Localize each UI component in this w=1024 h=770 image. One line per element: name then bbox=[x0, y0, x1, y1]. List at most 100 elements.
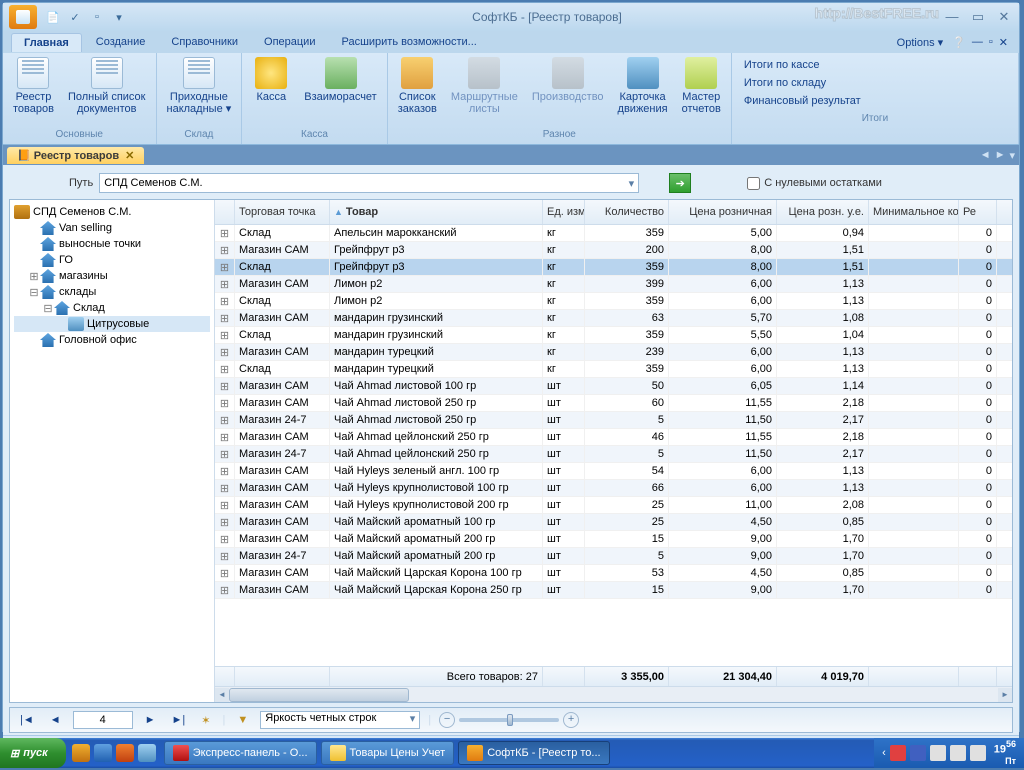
table-row[interactable]: ⊞ Магазин САМ Чай Майский ароматный 200 … bbox=[215, 531, 1012, 548]
doc-tab-close-icon[interactable]: ✕ bbox=[125, 150, 134, 162]
col-price[interactable]: Цена розничная bbox=[669, 200, 777, 224]
grid-header[interactable]: Торговая точка Товар Ед. измер. Количест… bbox=[215, 200, 1012, 225]
table-row[interactable]: ⊞ Магазин 24-7 Чай Ahmad цейлонский 250 … bbox=[215, 446, 1012, 463]
tab-next-icon[interactable]: ► bbox=[995, 149, 1006, 162]
pager-filter-icon[interactable]: ▼ bbox=[233, 712, 252, 728]
btn-settlement[interactable]: Взаиморасчет bbox=[298, 55, 382, 127]
tree-outdoor[interactable]: выносные точки bbox=[14, 236, 210, 252]
table-row[interactable]: ⊞ Магазин САМ Чай Майский Царская Корона… bbox=[215, 565, 1012, 582]
row-expand-icon[interactable]: ⊞ bbox=[215, 463, 235, 479]
table-row[interactable]: ⊞ Магазин 24-7 Чай Ahmad листовой 250 гр… bbox=[215, 412, 1012, 429]
btn-movement-card[interactable]: Карточкадвижения bbox=[612, 55, 674, 127]
ql-browser-icon[interactable] bbox=[72, 744, 90, 762]
table-row[interactable]: ⊞ Магазин САМ Лимон р2 кг 399 6,00 1,13 … bbox=[215, 276, 1012, 293]
table-row[interactable]: ⊞ Склад мандарин турецкий кг 359 6,00 1,… bbox=[215, 361, 1012, 378]
tree-shops[interactable]: ⊞магазины bbox=[14, 268, 210, 284]
pager-add-icon[interactable]: ✶ bbox=[197, 712, 214, 729]
table-row[interactable]: ⊞ Магазин САМ Чай Hyleys крупнолистовой … bbox=[215, 480, 1012, 497]
horizontal-scrollbar[interactable] bbox=[215, 686, 1012, 702]
table-row[interactable]: ⊞ Склад Грейпфрут р3 кг 359 8,00 1,51 0 bbox=[215, 259, 1012, 276]
row-expand-icon[interactable]: ⊞ bbox=[215, 293, 235, 309]
row-expand-icon[interactable]: ⊞ bbox=[215, 361, 235, 377]
ql-firefox-icon[interactable] bbox=[116, 744, 134, 762]
taskbar-clock[interactable]: 1956Пт bbox=[994, 739, 1016, 766]
zoom-thumb[interactable] bbox=[507, 714, 513, 726]
row-expand-icon[interactable]: ⊞ bbox=[215, 276, 235, 292]
tab-menu-icon[interactable]: ▾ bbox=[1009, 149, 1015, 162]
row-expand-icon[interactable]: ⊞ bbox=[215, 480, 235, 496]
btn-orders-list[interactable]: Списокзаказов bbox=[392, 55, 443, 127]
link-warehouse-totals[interactable]: Итоги по складу bbox=[744, 77, 1006, 89]
go-button[interactable]: ➔ bbox=[669, 173, 691, 193]
table-row[interactable]: ⊞ Магазин САМ Чай Майский Царская Корона… bbox=[215, 582, 1012, 599]
tree-warehouse[interactable]: ⊟Склад bbox=[14, 300, 210, 316]
path-combo[interactable]: СПД Семенов С.М. bbox=[99, 173, 639, 193]
zero-stock-checkbox[interactable]: С нулевыми остатками bbox=[747, 177, 882, 190]
doc-tab-registry[interactable]: 📙 Реестр товаров✕ bbox=[7, 147, 144, 164]
tree-van-selling[interactable]: Van selling bbox=[14, 220, 210, 236]
pager-first-icon[interactable]: |◄ bbox=[16, 712, 38, 728]
link-cash-totals[interactable]: Итоги по кассе bbox=[744, 59, 1006, 71]
qat-check-icon[interactable]: ✓ bbox=[67, 9, 83, 25]
row-expand-icon[interactable]: ⊞ bbox=[215, 514, 235, 530]
row-expand-icon[interactable]: ⊞ bbox=[215, 446, 235, 462]
btn-cash[interactable]: Касса bbox=[246, 55, 296, 127]
tree-go[interactable]: ГО bbox=[14, 252, 210, 268]
zoom-in-button[interactable]: + bbox=[563, 712, 579, 728]
pager-prev-icon[interactable]: ◄ bbox=[46, 712, 65, 728]
col-min-qty[interactable]: Минимальное кол-во bbox=[869, 200, 959, 224]
ql-ie-icon[interactable] bbox=[94, 744, 112, 762]
col-qty[interactable]: Количество bbox=[585, 200, 669, 224]
row-expand-icon[interactable]: ⊞ bbox=[215, 242, 235, 258]
col-unit[interactable]: Ед. измер. bbox=[543, 200, 585, 224]
minimize-icon[interactable]: — bbox=[943, 9, 961, 25]
tree-root[interactable]: СПД Семенов С.М. bbox=[14, 204, 210, 220]
tab-references[interactable]: Справочники bbox=[159, 33, 250, 51]
maximize-icon[interactable]: ▭ bbox=[969, 9, 987, 25]
tab-prev-icon[interactable]: ◄ bbox=[980, 149, 991, 162]
taskbar-folder[interactable]: Товары Цены Учет bbox=[321, 741, 455, 765]
mdi-minimize-icon[interactable]: — bbox=[972, 36, 983, 48]
table-row[interactable]: ⊞ Склад Апельсин марокканский кг 359 5,0… bbox=[215, 225, 1012, 242]
zoom-slider[interactable] bbox=[459, 718, 559, 722]
btn-income-invoices[interactable]: Приходныенакладные ▾ bbox=[161, 55, 238, 127]
ql-desktop-icon[interactable] bbox=[138, 744, 156, 762]
tree-citrus[interactable]: Цитрусовые bbox=[14, 316, 210, 332]
pager-page-input[interactable] bbox=[73, 711, 133, 729]
tree-head-office[interactable]: Головной офис bbox=[14, 332, 210, 348]
qat-dropdown-icon[interactable]: ▾ bbox=[111, 9, 127, 25]
taskbar-opera[interactable]: Экспресс-панель - O... bbox=[164, 741, 317, 765]
tray-ati-icon[interactable] bbox=[890, 745, 906, 761]
brightness-combo[interactable]: Яркость четных строк bbox=[260, 711, 420, 729]
table-row[interactable]: ⊞ Магазин САМ Чай Hyleys крупнолистовой … bbox=[215, 497, 1012, 514]
grid-body[interactable]: ⊞ Склад Апельсин марокканский кг 359 5,0… bbox=[215, 225, 1012, 666]
table-row[interactable]: ⊞ Магазин САМ Чай Майский ароматный 100 … bbox=[215, 514, 1012, 531]
table-row[interactable]: ⊞ Магазин САМ Чай Hyleys зеленый англ. 1… bbox=[215, 463, 1012, 480]
start-button[interactable]: ⊞пуск bbox=[0, 738, 66, 768]
row-expand-icon[interactable]: ⊞ bbox=[215, 412, 235, 428]
mdi-restore-icon[interactable]: ▫ bbox=[989, 36, 993, 48]
close-icon[interactable]: ✕ bbox=[995, 9, 1013, 25]
tree-view[interactable]: СПД Семенов С.М. Van selling выносные то… bbox=[10, 200, 215, 702]
btn-documents-list[interactable]: Полный списокдокументов bbox=[62, 55, 152, 127]
tray-lang-icon[interactable] bbox=[910, 745, 926, 761]
btn-goods-registry[interactable]: Реестртоваров bbox=[7, 55, 60, 127]
row-expand-icon[interactable]: ⊞ bbox=[215, 378, 235, 394]
row-expand-icon[interactable]: ⊞ bbox=[215, 344, 235, 360]
table-row[interactable]: ⊞ Магазин САМ Грейпфрут р3 кг 200 8,00 1… bbox=[215, 242, 1012, 259]
help-icon[interactable]: ❔ bbox=[952, 36, 966, 49]
table-row[interactable]: ⊞ Магазин САМ Чай Ahmad листовой 250 гр … bbox=[215, 395, 1012, 412]
row-expand-icon[interactable]: ⊞ bbox=[215, 497, 235, 513]
row-expand-icon[interactable]: ⊞ bbox=[215, 531, 235, 547]
table-row[interactable]: ⊞ Магазин САМ мандарин грузинский кг 63 … bbox=[215, 310, 1012, 327]
btn-report-master[interactable]: Мастеротчетов bbox=[676, 55, 727, 127]
row-expand-icon[interactable]: ⊞ bbox=[215, 548, 235, 564]
link-financial-result[interactable]: Финансовый результат bbox=[744, 95, 1006, 107]
col-r[interactable]: Ре bbox=[959, 200, 997, 224]
row-expand-icon[interactable]: ⊞ bbox=[215, 327, 235, 343]
tab-main[interactable]: Главная bbox=[11, 33, 82, 52]
row-expand-icon[interactable]: ⊞ bbox=[215, 582, 235, 598]
row-expand-icon[interactable]: ⊞ bbox=[215, 225, 235, 241]
table-row[interactable]: ⊞ Магазин САМ Чай Ahmad листовой 100 гр … bbox=[215, 378, 1012, 395]
options-menu[interactable]: Options ▾ bbox=[891, 33, 950, 52]
